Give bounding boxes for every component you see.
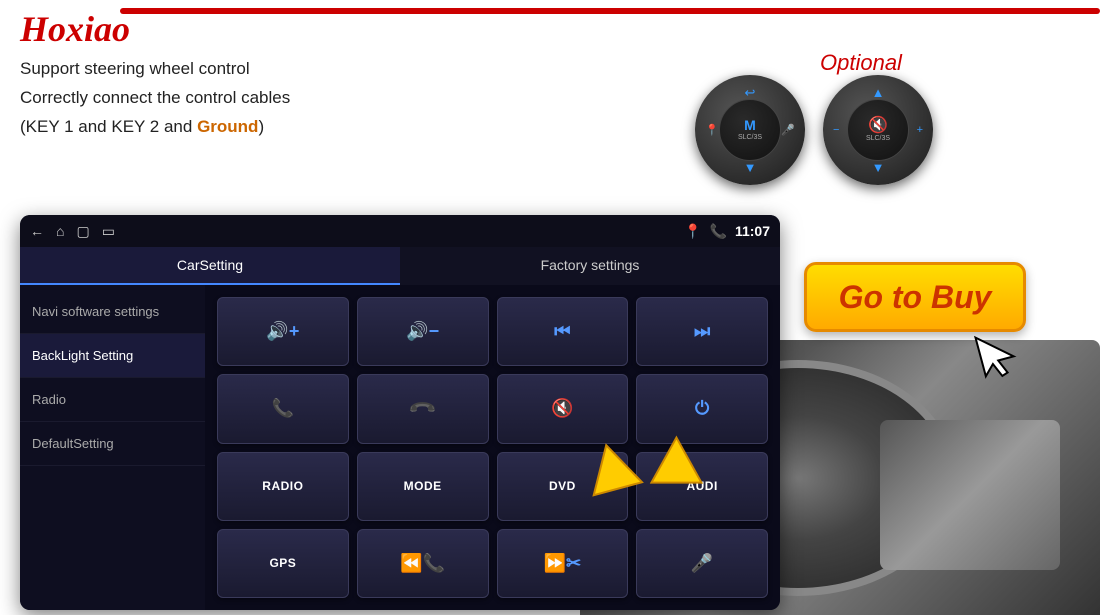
nav-right-icon-1: 🎤 — [781, 124, 795, 137]
ctrl-mode[interactable]: MODE — [357, 452, 489, 521]
btn-symbol-1: M SLC/3S — [738, 117, 762, 142]
status-nav-icons: ← ⌂ ▢ ▭ — [30, 223, 115, 240]
phone-status-icon: 📞 — [710, 223, 727, 240]
optional-button-1[interactable]: ↩ 📍 🎤 ▼ M SLC/3S — [695, 75, 805, 185]
ctrl-vol-up[interactable]: 🔊+ — [217, 297, 349, 366]
optional-label: Optional — [820, 50, 902, 76]
ctrl-call-accept[interactable]: 📞 — [217, 374, 349, 443]
minimize-icon[interactable]: ▭ — [102, 223, 115, 240]
status-right-icons: 📍 📞 11:07 — [684, 223, 770, 240]
ctrl-call-end[interactable]: 📞 — [357, 374, 489, 443]
ctrl-skip-mix[interactable]: ⏩✂ — [497, 529, 629, 598]
description-text: Support steering wheel control Correctly… — [20, 55, 290, 142]
top-accent-bar — [120, 8, 1100, 14]
menu-item-default[interactable]: DefaultSetting — [20, 422, 205, 466]
ctrl-power[interactable]: ⏻ — [636, 374, 768, 443]
back-icon[interactable]: ← — [30, 223, 44, 240]
menu-item-navi[interactable]: Navi software settings — [20, 290, 205, 334]
desc-line1: Support steering wheel control — [20, 55, 290, 84]
tab-factory-settings[interactable]: Factory settings — [400, 247, 780, 285]
nav-left-icon-2: − — [833, 124, 839, 136]
ctrl-vol-down[interactable]: 🔊− — [357, 297, 489, 366]
control-grid: 🔊+ 🔊− ⏮ ⏭ 📞 📞 🔇 ⏻ RADIO MODE DVD AUDI GP… — [205, 285, 780, 610]
menu-item-backlight[interactable]: BackLight Setting — [20, 334, 205, 378]
nav-down-icon-1: ▼ — [744, 160, 757, 175]
location-icon: 📍 — [684, 223, 701, 240]
home-icon[interactable]: ⌂ — [56, 223, 64, 240]
optional-button-2[interactable]: ▲ − + ▼ 🔇 SLC/3S — [823, 75, 933, 185]
nav-down-icon-2: ▼ — [872, 160, 885, 175]
tab-carsetting[interactable]: CarSetting — [20, 247, 400, 285]
nav-up-icon-1: ↩ — [745, 85, 756, 101]
nav-left-icon-1: 📍 — [705, 124, 719, 137]
brand-logo: Hoxiao — [20, 8, 130, 50]
nav-right-icon-2: + — [917, 124, 923, 136]
ctrl-radio[interactable]: RADIO — [217, 452, 349, 521]
ctrl-gps[interactable]: GPS — [217, 529, 349, 598]
settings-area: Navi software settings BackLight Setting… — [20, 285, 780, 610]
ctrl-mic[interactable]: 🎤 — [636, 529, 768, 598]
optional-buttons-row: ↩ 📍 🎤 ▼ M SLC/3S ▲ − + ▼ 🔇 SLC/3S — [695, 75, 933, 185]
ctrl-next-track[interactable]: ⏭ — [636, 297, 768, 366]
desc-line2: Correctly connect the control cables — [20, 84, 290, 113]
recent-icon[interactable]: ▢ — [76, 223, 89, 240]
btn-symbol-2: 🔇 SLC/3S — [866, 116, 890, 144]
desc-line3: (KEY 1 and KEY 2 and Ground) — [20, 113, 290, 142]
nav-up-icon-2: ▲ — [872, 85, 885, 100]
status-bar: ← ⌂ ▢ ▭ 📍 📞 11:07 — [20, 215, 780, 247]
ctrl-tel-prev[interactable]: ⏪📞 — [357, 529, 489, 598]
menu-item-radio[interactable]: Radio — [20, 378, 205, 422]
ctrl-prev-track[interactable]: ⏮ — [497, 297, 629, 366]
status-time: 11:07 — [735, 223, 770, 239]
ctrl-audio[interactable]: AUDI — [636, 452, 768, 521]
left-menu: Navi software settings BackLight Setting… — [20, 285, 205, 610]
ctrl-mute[interactable]: 🔇 — [497, 374, 629, 443]
car-screen: ← ⌂ ▢ ▭ 📍 📞 11:07 CarSetting Factory set… — [20, 215, 780, 610]
inner-circle-1: M SLC/3S — [719, 99, 781, 161]
inner-circle-2: 🔇 SLC/3S — [847, 99, 909, 161]
go-to-buy-button[interactable]: Go to Buy — [804, 262, 1026, 332]
ctrl-dvd[interactable]: DVD — [497, 452, 629, 521]
tab-bar: CarSetting Factory settings — [20, 247, 780, 285]
